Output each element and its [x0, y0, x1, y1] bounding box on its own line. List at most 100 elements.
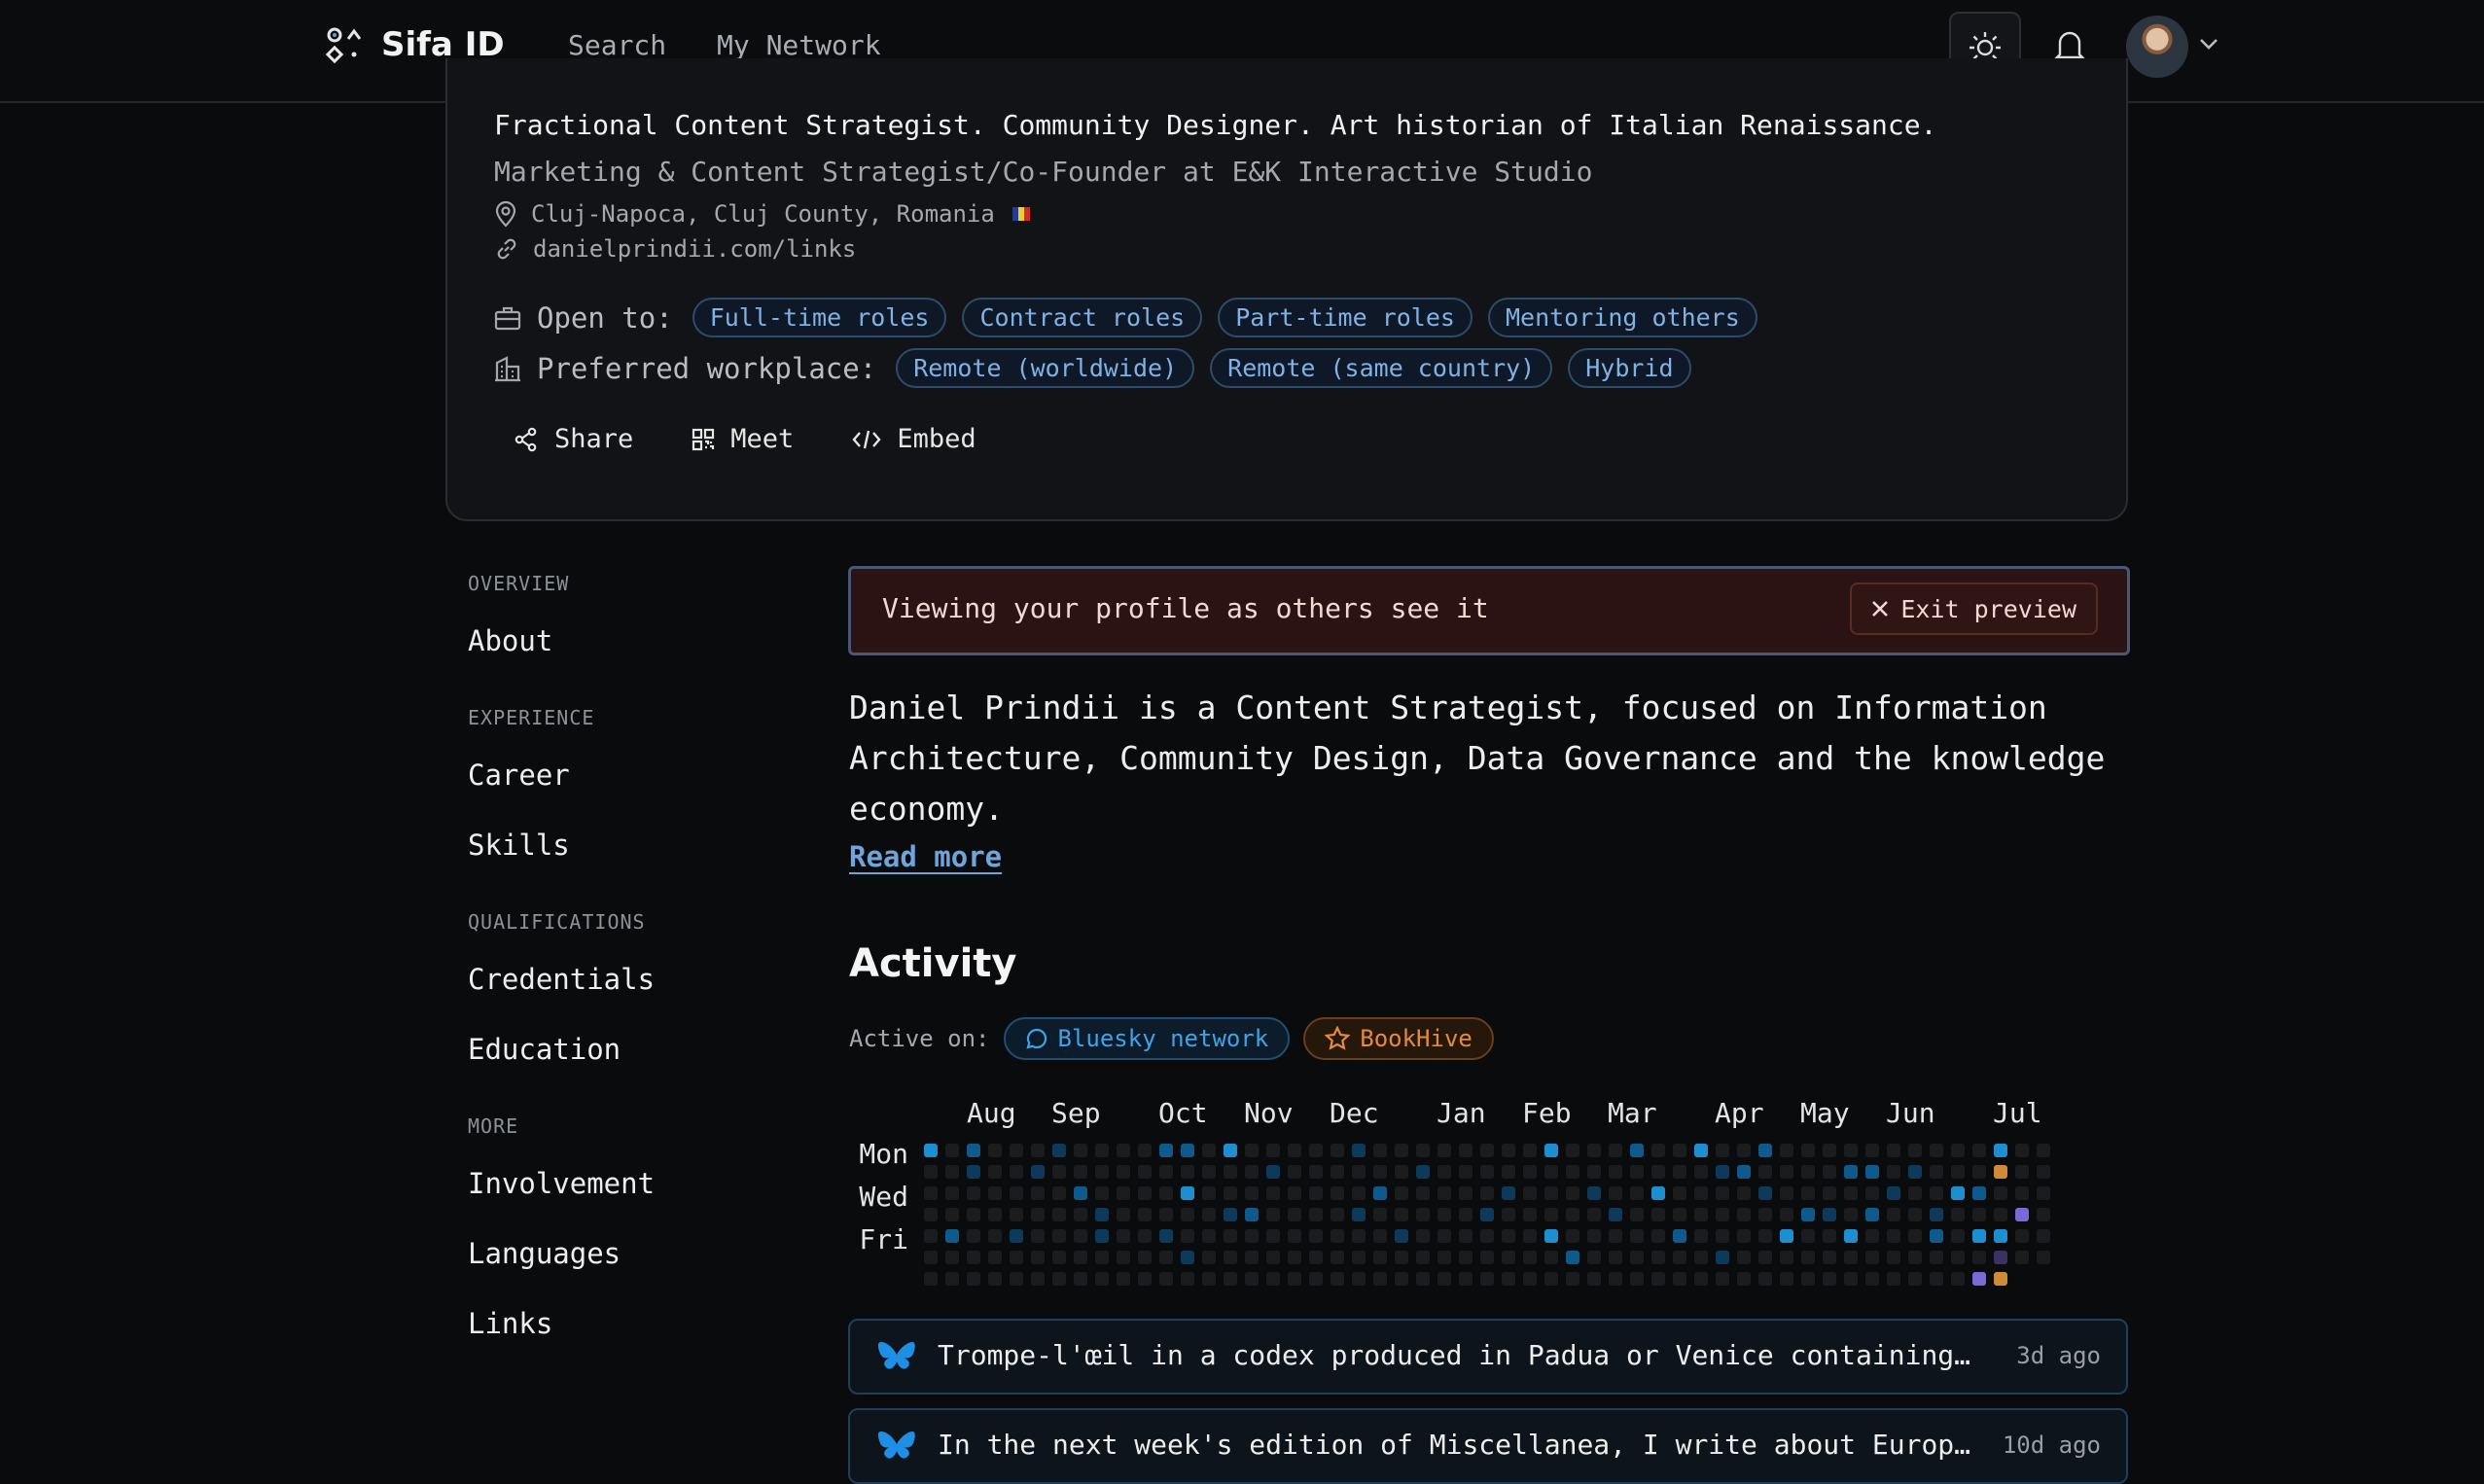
- heatmap-cell: [1780, 1272, 1793, 1286]
- heatmap-cell: [1502, 1186, 1515, 1200]
- meet-button[interactable]: Meet: [692, 424, 794, 454]
- heatmap-cell: [1908, 1251, 1922, 1264]
- heatmap-cell: [1309, 1144, 1323, 1157]
- user-avatar[interactable]: [2126, 16, 2188, 78]
- heatmap-cell: [1737, 1208, 1751, 1221]
- heatmap-cell: [2015, 1165, 2029, 1179]
- heatmap-cell: [1758, 1165, 1772, 1179]
- website-link[interactable]: danielprindii.com/links: [533, 235, 856, 263]
- heatmap-cell: [1716, 1144, 1729, 1157]
- activity-feed-item[interactable]: Trompe-l'œil in a codex produced in Padu…: [848, 1319, 2128, 1395]
- heatmap-cell: [1673, 1208, 1686, 1221]
- heatmap-cell: [1908, 1208, 1922, 1221]
- sidebar-item-languages[interactable]: Languages: [468, 1237, 621, 1270]
- heatmap-cell: [1352, 1144, 1366, 1157]
- heatmap-cell: [1095, 1186, 1109, 1200]
- heatmap-cell: [1737, 1272, 1751, 1286]
- read-more-link[interactable]: Read more: [849, 840, 1002, 873]
- heatmap-cell: [1566, 1186, 1579, 1200]
- sidebar-item-links[interactable]: Links: [468, 1307, 552, 1340]
- heatmap-cell: [1994, 1208, 2007, 1221]
- heatmap-cell: [1737, 1165, 1751, 1179]
- heatmap-cell: [1630, 1165, 1644, 1179]
- heatmap-cell: [1930, 1144, 1943, 1157]
- heatmap-cell: [1587, 1251, 1601, 1264]
- heatmap-cell: [1480, 1272, 1494, 1286]
- heatmap-cell: [1651, 1229, 1665, 1243]
- heatmap-cell: [1544, 1165, 1558, 1179]
- heatmap-cell: [1095, 1165, 1109, 1179]
- bluesky-network-badge[interactable]: Bluesky network: [1003, 1017, 1291, 1060]
- heatmap-cell: [1887, 1251, 1900, 1264]
- heatmap-cell: [1331, 1144, 1344, 1157]
- heatmap-cell: [1245, 1186, 1259, 1200]
- heatmap-cell: [1758, 1251, 1772, 1264]
- heatmap-cell: [1930, 1186, 1943, 1200]
- heatmap-cell: [1523, 1186, 1537, 1200]
- heatmap-cell: [1758, 1272, 1772, 1286]
- code-icon: [852, 430, 881, 448]
- heatmap-cell: [1930, 1251, 1943, 1264]
- heatmap-cell: [1159, 1186, 1173, 1200]
- heatmap-cell: [1224, 1208, 1237, 1221]
- heatmap-cell: [1694, 1144, 1708, 1157]
- heatmap-cell: [1651, 1272, 1665, 1286]
- heatmap-cell: [1416, 1208, 1430, 1221]
- heatmap-cell: [1844, 1186, 1858, 1200]
- heatmap-cell: [1202, 1208, 1216, 1221]
- bookhive-badge[interactable]: BookHive: [1303, 1017, 1494, 1060]
- sidebar-item-skills[interactable]: Skills: [468, 829, 570, 862]
- heatmap-cell: [1673, 1144, 1686, 1157]
- heatmap-cell: [967, 1165, 980, 1179]
- day-label: Wed: [859, 1181, 908, 1213]
- heatmap-cell: [1480, 1229, 1494, 1243]
- open-to-label: Open to:: [537, 300, 673, 335]
- heatmap-cell: [1908, 1229, 1922, 1243]
- heatmap-cell: [1587, 1208, 1601, 1221]
- heatmap-cell: [1587, 1186, 1601, 1200]
- heatmap-cell: [1395, 1186, 1408, 1200]
- heatmap-cell: [1031, 1165, 1045, 1179]
- profile-website[interactable]: danielprindii.com/links: [494, 235, 856, 263]
- share-label: Share: [554, 424, 634, 454]
- heatmap-cell: [1331, 1186, 1344, 1200]
- nav-link-my-network[interactable]: My Network: [717, 29, 881, 61]
- heatmap-cell: [1865, 1165, 1879, 1179]
- link-icon: [497, 238, 516, 260]
- heatmap-cell: [1630, 1208, 1644, 1221]
- heatmap-cell: [1416, 1229, 1430, 1243]
- profile-location: Cluj-Napoca, Cluj County, Romania: [494, 200, 1030, 228]
- sidebar-item-about[interactable]: About: [468, 624, 552, 657]
- heatmap-cell: [1031, 1229, 1045, 1243]
- sidebar-item-involvement[interactable]: Involvement: [468, 1167, 655, 1200]
- profile-role: Marketing & Content Strategist/Co-Founde…: [494, 156, 1593, 188]
- bluesky-butterfly-icon: [877, 1431, 915, 1459]
- heatmap-cell: [1331, 1272, 1344, 1286]
- romania-flag-icon: [1011, 207, 1030, 221]
- sidebar-item-credentials[interactable]: Credentials: [468, 963, 655, 996]
- activity-title: Activity: [849, 941, 1017, 986]
- embed-button[interactable]: Embed: [852, 424, 976, 454]
- open-to-tag: Contract roles: [962, 298, 1203, 337]
- exit-preview-button[interactable]: Exit preview: [1850, 583, 2098, 635]
- heatmap-cell: [1288, 1208, 1301, 1221]
- activity-feed-item[interactable]: In the next week's edition of Miscellane…: [848, 1408, 2128, 1484]
- heatmap-cell: [1609, 1229, 1622, 1243]
- heatmap-cell: [1010, 1208, 1023, 1221]
- heatmap-cell: [1288, 1165, 1301, 1179]
- heatmap-cell: [1673, 1229, 1686, 1243]
- sidebar-item-education[interactable]: Education: [468, 1033, 621, 1066]
- nav-link-search[interactable]: Search: [568, 29, 666, 61]
- heatmap-cell: [1673, 1186, 1686, 1200]
- heatmap-cell: [967, 1186, 980, 1200]
- month-label: Oct: [1158, 1097, 1208, 1129]
- heatmap-cell: [945, 1272, 959, 1286]
- heatmap-cell: [945, 1251, 959, 1264]
- heatmap-cell: [1502, 1272, 1515, 1286]
- chevron-down-icon[interactable]: [2198, 37, 2219, 51]
- sidebar-item-career[interactable]: Career: [468, 759, 570, 792]
- heatmap-cell: [1865, 1229, 1879, 1243]
- share-button[interactable]: Share: [514, 424, 633, 454]
- heatmap-cell: [1887, 1165, 1900, 1179]
- heatmap-cell: [988, 1229, 1002, 1243]
